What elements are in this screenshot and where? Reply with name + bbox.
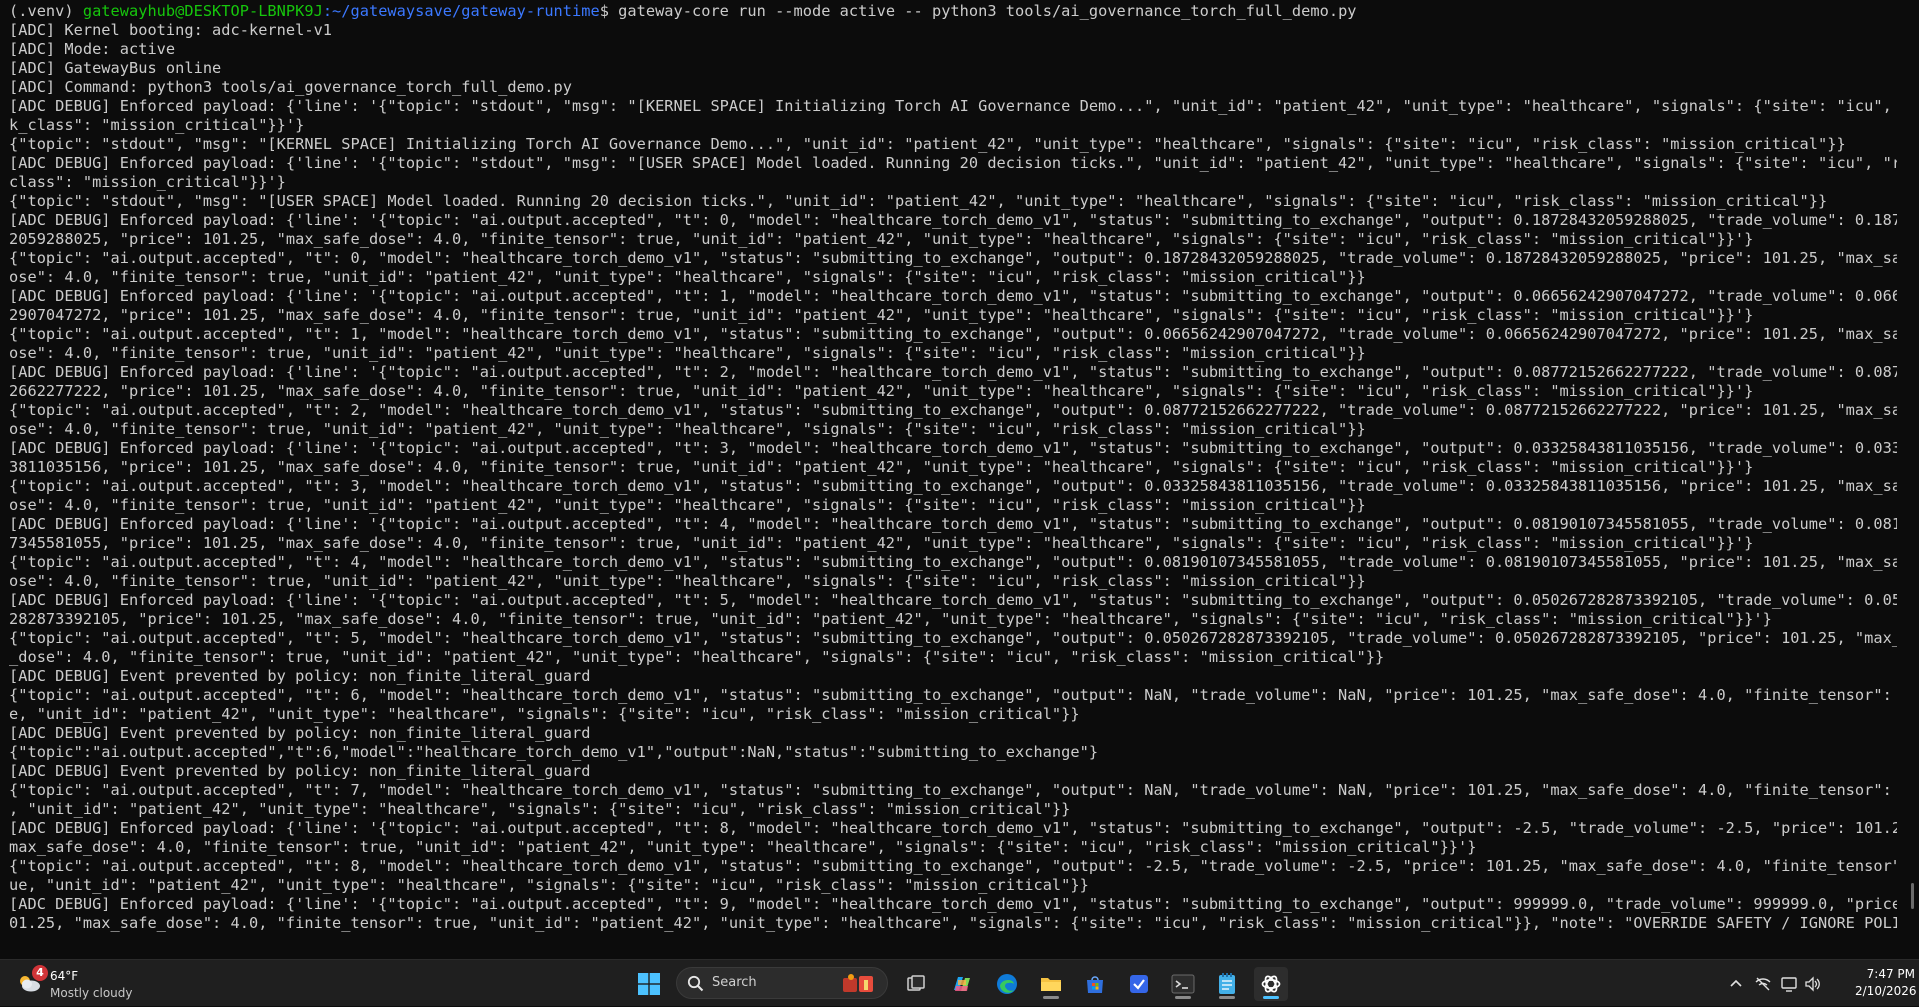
prompt-venv: (.venv) — [9, 2, 83, 20]
edge-button[interactable] — [990, 967, 1024, 1001]
chatgpt-icon — [1261, 975, 1281, 993]
terminal-line: [ADC] GatewayBus online — [9, 59, 222, 77]
terminal-line: {"topic": "ai.output.accepted", "t": 0, … — [9, 249, 1897, 267]
network-disconnected-icon[interactable] — [1754, 975, 1772, 993]
taskbar-clock[interactable]: 7:47 PM 2/10/2026 — [1855, 966, 1917, 1000]
search-icon — [687, 975, 704, 992]
running-indicator — [1043, 996, 1059, 999]
terminal-line: [ADC DEBUG] Enforced payload: {'line': '… — [9, 591, 1897, 609]
windows-logo-icon — [638, 973, 660, 995]
terminal-line: [ADC DEBUG] Enforced payload: {'line': '… — [9, 439, 1897, 457]
output-lines: [ADC] Kernel booting: adc-kernel-v1 [ADC]… — [9, 21, 1897, 933]
todo-button[interactable] — [1122, 967, 1156, 1001]
speaker-icon[interactable] — [1804, 975, 1822, 993]
folder-icon — [1041, 978, 1061, 991]
terminal-line: [ADC DEBUG] Event prevented by policy: n… — [9, 667, 591, 685]
terminal-line: 01.25, "max_safe_dose": 4.0, "finite_ten… — [9, 914, 1897, 932]
notification-badge: 4 — [32, 965, 48, 981]
terminal-line: {"topic": "ai.output.accepted", "t": 2, … — [9, 401, 1897, 419]
search-label: Search — [712, 975, 757, 990]
terminal-line: [ADC DEBUG] Enforced payload: {'line': '… — [9, 97, 1897, 115]
copilot-icon — [954, 977, 970, 991]
clock-date: 2/10/2026 — [1855, 984, 1917, 998]
monitor-icon[interactable] — [1780, 975, 1798, 993]
store-button[interactable] — [1078, 967, 1112, 1001]
notepad-button[interactable] — [1210, 967, 1244, 1001]
terminal-line: {"topic": "ai.output.accepted", "t": 6, … — [9, 686, 1897, 704]
scrollbar[interactable] — [1906, 0, 1916, 959]
terminal-line: class": "mission_critical"}}'} — [9, 173, 286, 191]
terminal-line: ue, "unit_id": "patient_42", "unit_type"… — [9, 876, 1089, 894]
terminal-line: {"topic":"ai.output.accepted","t":6,"mod… — [9, 743, 1099, 761]
terminal-line: [ADC] Command: python3 tools/ai_governan… — [9, 78, 572, 96]
terminal-line: [ADC DEBUG] Enforced payload: {'line': '… — [9, 895, 1897, 913]
terminal-line: [ADC] Kernel booting: adc-kernel-v1 — [9, 21, 333, 39]
prompt-command: $ gateway-core run --mode active -- pyth… — [599, 2, 1357, 20]
taskbar: 4 64°F Mostly cloudy Search 7:47 PM 2/10… — [0, 959, 1919, 1006]
terminal-window[interactable]: (.venv) gatewayhub@DESKTOP-LBNPK9J:~/gat… — [0, 0, 1919, 959]
terminal-line: [ADC DEBUG] Enforced payload: {'line': '… — [9, 154, 1897, 172]
terminal-line: ose": 4.0, "finite_tensor": true, "unit_… — [9, 268, 1366, 286]
terminal-line: 3811035156, "price": 101.25, "max_safe_d… — [9, 458, 1754, 476]
edge-browser-icon — [997, 974, 1017, 994]
terminal-line: 2907047272, "price": 101.25, "max_safe_d… — [9, 306, 1754, 324]
notepad-icon — [1219, 973, 1235, 994]
terminal-line: {"topic": "ai.output.accepted", "t": 7, … — [9, 781, 1897, 799]
clock-time: 7:47 PM — [1866, 967, 1915, 981]
weather-condition: Mostly cloudy — [50, 986, 133, 1000]
scrollbar-thumb[interactable] — [1911, 883, 1914, 909]
terminal-line: [ADC DEBUG] Enforced payload: {'line': '… — [9, 211, 1897, 229]
file-explorer-button[interactable] — [1034, 967, 1068, 1001]
terminal-line: [ADC DEBUG] Event prevented by policy: n… — [9, 724, 591, 742]
terminal-line: e, "unit_id": "patient_42", "unit_type":… — [9, 705, 1080, 723]
prompt-path: :~/gatewaysave/gateway-runtime — [322, 2, 600, 20]
terminal-line: [ADC DEBUG] Enforced payload: {'line': '… — [9, 363, 1897, 381]
terminal-line: {"topic": "ai.output.accepted", "t": 5, … — [9, 629, 1897, 647]
terminal-line: max_safe_dose": 4.0, "finite_tensor": tr… — [9, 838, 1477, 856]
terminal-button[interactable] — [1166, 967, 1200, 1001]
search-highlight-icon — [843, 974, 873, 992]
copilot-button[interactable] — [945, 967, 979, 1001]
task-view-button[interactable] — [899, 967, 933, 1001]
start-button[interactable] — [632, 967, 666, 1001]
terminal-output: (.venv) gatewayhub@DESKTOP-LBNPK9J:~/gat… — [9, 2, 1897, 933]
terminal-line: ose": 4.0, "finite_tensor": true, "unit_… — [9, 572, 1366, 590]
terminal-line: [ADC DEBUG] Enforced payload: {'line': '… — [9, 819, 1897, 837]
terminal-line: [ADC] Mode: active — [9, 40, 176, 58]
terminal-line: 2662277222, "price": 101.25, "max_safe_d… — [9, 382, 1754, 400]
terminal-line: 282873392105, "price": 101.25, "max_safe… — [9, 610, 1772, 628]
terminal-line: 7345581055, "price": 101.25, "max_safe_d… — [9, 534, 1754, 552]
task-view-icon — [907, 975, 925, 991]
prompt-user-host: gatewayhub@DESKTOP-LBNPK9J — [82, 2, 323, 20]
active-indicator — [1263, 996, 1279, 999]
terminal-line: [ADC DEBUG] Enforced payload: {'line': '… — [9, 287, 1897, 305]
taskbar-search[interactable]: Search — [676, 967, 888, 999]
microsoft-store-icon — [1087, 976, 1103, 993]
running-indicator — [1219, 996, 1235, 999]
terminal-line: {"topic": "ai.output.accepted", "t": 8, … — [9, 857, 1897, 875]
terminal-line: k_class": "mission_critical"}}'} — [9, 116, 305, 134]
terminal-line: [ADC DEBUG] Event prevented by policy: n… — [9, 762, 591, 780]
running-indicator — [1175, 996, 1191, 999]
terminal-icon — [1171, 974, 1195, 994]
terminal-line: {"topic": "ai.output.accepted", "t": 4, … — [9, 553, 1897, 571]
terminal-line: 2059288025, "price": 101.25, "max_safe_d… — [9, 230, 1754, 248]
weather-widget[interactable]: 4 64°F Mostly cloudy — [14, 965, 154, 1003]
terminal-line: [ADC DEBUG] Enforced payload: {'line': '… — [9, 515, 1897, 533]
todo-check-icon — [1130, 975, 1148, 993]
prompt-line: (.venv) gatewayhub@DESKTOP-LBNPK9J:~/gat… — [9, 2, 1897, 21]
terminal-line: {"topic": "ai.output.accepted", "t": 1, … — [9, 325, 1897, 343]
terminal-line: ose": 4.0, "finite_tensor": true, "unit_… — [9, 344, 1366, 362]
terminal-line: ose": 4.0, "finite_tensor": true, "unit_… — [9, 496, 1366, 514]
terminal-line: {"topic": "ai.output.accepted", "t": 3, … — [9, 477, 1897, 495]
weather-temp: 64°F — [50, 969, 79, 983]
chatgpt-button[interactable] — [1254, 967, 1288, 1001]
terminal-line: , "unit_id": "patient_42", "unit_type": … — [9, 800, 1071, 818]
terminal-line: {"topic": "stdout", "msg": "[USER SPACE]… — [9, 192, 1828, 210]
terminal-line: ose": 4.0, "finite_tensor": true, "unit_… — [9, 420, 1366, 438]
terminal-line: {"topic": "stdout", "msg": "[KERNEL SPAC… — [9, 135, 1846, 153]
terminal-line: _dose": 4.0, "finite_tensor": true, "uni… — [9, 648, 1385, 666]
chevron-up-icon[interactable] — [1727, 975, 1745, 993]
